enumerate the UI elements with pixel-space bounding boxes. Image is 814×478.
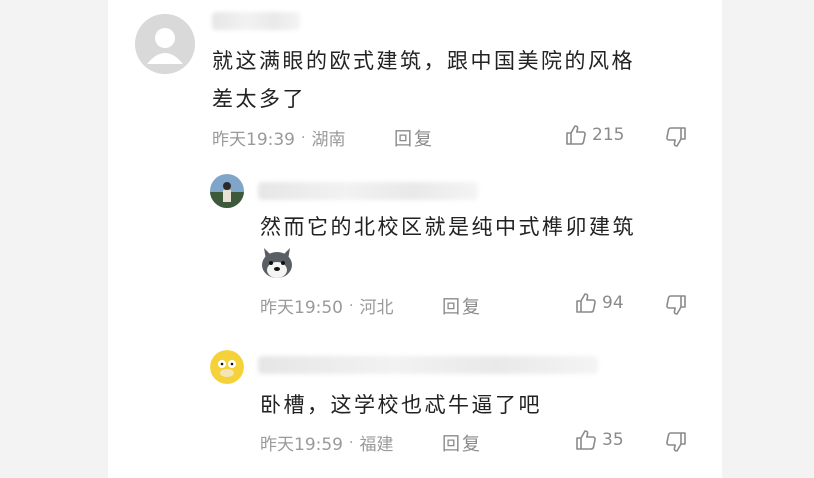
photo-avatar (210, 174, 244, 208)
thumbs-down-icon (666, 295, 686, 315)
comment-text-line: 然而它的北校区就是纯中式榫卯建筑 (260, 215, 636, 239)
comment-time: 昨天19:50 (260, 298, 343, 318)
comment-item: 卧槽，这学校也忒牛逼了吧 昨天19:59 · 福建 回复 35 (108, 344, 722, 478)
dislike-button[interactable] (664, 430, 688, 458)
dislike-button[interactable] (664, 293, 688, 321)
thumbs-up-icon (566, 125, 586, 145)
thumbs-up-icon (576, 293, 596, 313)
like-button[interactable]: 215 (564, 123, 624, 147)
like-count: 215 (592, 125, 625, 145)
separator-dot: · (349, 297, 354, 314)
dislike-button[interactable] (664, 125, 688, 153)
like-count: 35 (602, 430, 624, 450)
comment-item: 就这满眼的欧式建筑，跟中国美院的风格 差太多了 昨天19:39 · 湖南 回复 … (108, 0, 722, 160)
separator-dot: · (349, 434, 354, 451)
user-avatar[interactable] (135, 14, 195, 74)
like-count: 94 (602, 293, 624, 313)
comment-time: 昨天19:59 (260, 435, 343, 455)
reply-button[interactable]: 回复 (442, 293, 482, 319)
separator-dot: · (301, 129, 306, 146)
comment-location: 福建 (359, 435, 394, 455)
reply-button[interactable]: 回复 (442, 430, 482, 456)
username-blurred[interactable] (212, 12, 300, 30)
like-button[interactable]: 94 (574, 291, 624, 315)
comment-text-line: 卧槽，这学校也忒牛逼了吧 (260, 393, 542, 417)
comment-text-line: 就这满眼的欧式建筑，跟中国美院的风格 (212, 49, 635, 73)
user-avatar[interactable] (210, 174, 244, 208)
comment-meta: 昨天19:50 · 河北 (260, 293, 394, 319)
reply-button[interactable]: 回复 (394, 125, 434, 151)
thumbs-down-icon (666, 432, 686, 452)
like-button[interactable]: 35 (574, 428, 624, 452)
thumbs-down-icon (666, 127, 686, 147)
husky-dog-emoji (258, 244, 296, 286)
comment-meta: 昨天19:59 · 福建 (260, 430, 394, 456)
username-blurred[interactable] (258, 356, 598, 374)
comment-location: 湖南 (311, 130, 346, 150)
comments-panel: 就这满眼的欧式建筑，跟中国美院的风格 差太多了 昨天19:39 · 湖南 回复 … (108, 0, 722, 478)
psyduck-avatar (210, 350, 244, 384)
comment-time: 昨天19:39 (212, 130, 295, 150)
comment-location: 河北 (359, 298, 394, 318)
username-blurred[interactable] (258, 182, 478, 200)
thumbs-up-icon (576, 430, 596, 450)
comment-text-line: 差太多了 (212, 87, 306, 111)
comment-item: 然而它的北校区就是纯中式榫卯建筑 昨天19:50 · 河北 回复 94 (108, 166, 722, 326)
default-avatar-icon (135, 14, 195, 74)
comment-meta: 昨天19:39 · 湖南 (212, 125, 346, 151)
user-avatar[interactable] (210, 350, 244, 384)
